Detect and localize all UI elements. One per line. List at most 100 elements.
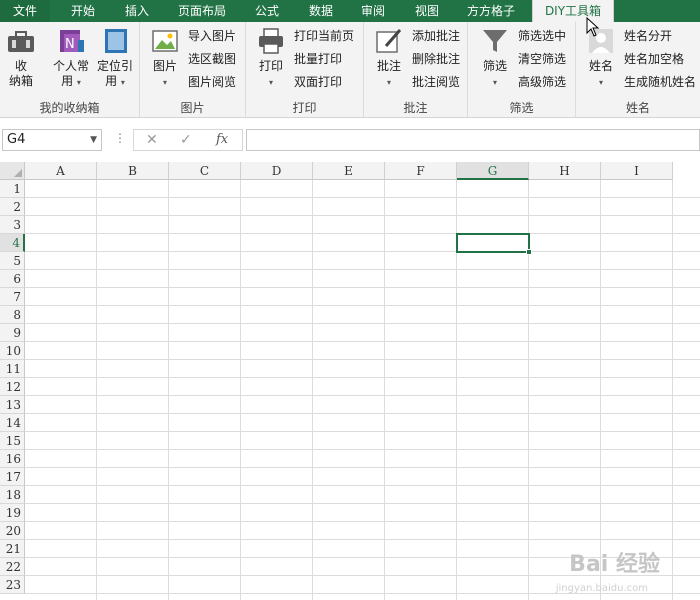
selection-screenshot-button[interactable]: 选区截图 [188,50,236,68]
group-label-comment: 批注 [403,101,428,115]
row-header-5[interactable]: 5 [0,252,25,270]
formula-input[interactable] [246,129,700,151]
delete-comment-button[interactable]: 删除批注 [412,50,460,68]
row-header-20[interactable]: 20 [0,522,25,540]
column-header-a[interactable]: A [25,162,97,180]
picture-label: 图片 [152,59,177,73]
personal-common-button[interactable]: N 个人常 用 ▾ [50,26,92,90]
advanced-filter-button[interactable]: 高级筛选 [518,73,566,91]
column-header-g[interactable]: G [457,162,529,180]
row-header-2[interactable]: 2 [0,198,25,216]
chevron-down-icon[interactable]: ▼ [90,130,97,150]
batch-print-button[interactable]: 批量打印 [294,50,342,68]
name-add-space-button[interactable]: 姓名加空格 [624,50,684,68]
row-header-22[interactable]: 22 [0,558,25,576]
personal-common-label-2: 用 [61,74,74,88]
tab-file[interactable]: 文件 [0,0,50,22]
row-header-11[interactable]: 11 [0,360,25,378]
locate-reference-label-1: 定位引 [96,59,133,73]
row-header-14[interactable]: 14 [0,414,25,432]
tab-diy-toolbox[interactable]: DIY工具箱 [532,0,614,22]
cancel-icon[interactable]: ✕ [146,130,158,150]
random-name-button[interactable]: 生成随机姓名 [624,73,696,91]
tab-formulas[interactable]: 公式 [244,0,290,22]
name-box[interactable]: G4 ▼ [2,129,102,151]
column-header-c[interactable]: C [169,162,241,180]
column-header-e[interactable]: E [313,162,385,180]
picture-button[interactable]: 图片 ▾ [148,26,182,90]
active-cell-g4[interactable] [456,233,532,255]
row-header-19[interactable]: 19 [0,504,25,522]
row-header-3[interactable]: 3 [0,216,25,234]
column-header-h[interactable]: H [529,162,601,180]
storage-box-button[interactable]: 收 纳箱 [4,26,38,89]
row-header-10[interactable]: 10 [0,342,25,360]
svg-text:N: N [65,37,75,52]
select-all-button[interactable] [0,162,25,180]
print-current-page-button[interactable]: 打印当前页 [294,27,354,45]
row-header-6[interactable]: 6 [0,270,25,288]
group-label-print: 打印 [292,101,317,115]
filter-selected-button[interactable]: 筛选选中 [518,27,566,45]
column-header-i[interactable]: I [601,162,673,180]
dropdown-arrow-icon: ▾ [386,78,391,87]
row-header-12[interactable]: 12 [0,378,25,396]
row-header-16[interactable]: 16 [0,450,25,468]
row-header-9[interactable]: 9 [0,324,25,342]
filter-button[interactable]: 筛选 ▾ [478,26,512,90]
row-header-18[interactable]: 18 [0,486,25,504]
dropdown-arrow-icon: ▾ [120,78,125,87]
row-header-1[interactable]: 1 [0,180,25,198]
group-label-picture: 图片 [180,101,205,115]
watermark-logo: Bai 经验 [569,552,660,577]
row-header-23[interactable]: 23 [0,576,25,594]
dropdown-arrow-icon: ▾ [162,78,167,87]
tab-fangfang[interactable]: 方方格子 [458,0,524,22]
printer-icon [259,28,283,54]
print-button[interactable]: 打印 ▾ [254,26,288,90]
locate-reference-icon [105,29,127,53]
row-header-4[interactable]: 4 [0,234,25,252]
row-header-21[interactable]: 21 [0,540,25,558]
tab-view[interactable]: 视图 [404,0,450,22]
cell-area[interactable] [25,180,700,600]
picture-preview-button[interactable]: 图片阅览 [188,73,236,91]
row-header-15[interactable]: 15 [0,432,25,450]
row-header-7[interactable]: 7 [0,288,25,306]
row-header-17[interactable]: 17 [0,468,25,486]
import-picture-button[interactable]: 导入图片 [188,27,236,45]
column-header-d[interactable]: D [241,162,313,180]
clear-filter-button[interactable]: 清空筛选 [518,50,566,68]
spreadsheet-grid: ABCDEFGHI 1 2 3 4 5 6 7 8 9 10 11 12 13 14 15 16 17 18 19 2… [0,162,700,600]
split-name-button[interactable]: 姓名分开 [624,27,672,45]
fill-handle[interactable] [526,249,532,255]
formula-controls: ✕ ✓ fx [133,129,243,151]
dropdown-arrow-icon: ▾ [598,78,603,87]
row-header-8[interactable]: 8 [0,306,25,324]
column-header-b[interactable]: B [97,162,169,180]
tab-home[interactable]: 开始 [58,0,108,22]
more-options-icon[interactable]: ⋮ [114,131,126,145]
row-header-13[interactable]: 13 [0,396,25,414]
comment-label: 批注 [376,59,401,73]
locate-reference-button[interactable]: 定位引 用 ▾ [94,26,136,90]
dropdown-arrow-icon: ▾ [268,78,273,87]
comment-preview-button[interactable]: 批注阅览 [412,73,460,91]
dropdown-arrow-icon: ▾ [76,78,81,87]
tab-data[interactable]: 数据 [298,0,344,22]
tab-page-layout[interactable]: 页面布局 [168,0,236,22]
comment-button[interactable]: 批注 ▾ [372,26,406,90]
tab-review[interactable]: 审阅 [350,0,396,22]
confirm-icon[interactable]: ✓ [180,130,192,150]
funnel-icon [483,30,507,52]
group-label-name: 姓名 [625,101,650,115]
add-comment-button[interactable]: 添加批注 [412,27,460,45]
duplex-print-button[interactable]: 双面打印 [294,73,342,91]
group-filter: 筛选 ▾ 筛选选中 清空筛选 高级筛选 筛选 [468,22,576,118]
tab-insert[interactable]: 插入 [112,0,162,22]
group-label-favorites: 我的收纳箱 [39,101,100,115]
toolbox-icon [8,31,34,52]
filter-label: 筛选 [482,59,507,73]
column-header-f[interactable]: F [385,162,457,180]
insert-function-icon[interactable]: fx [216,130,228,150]
